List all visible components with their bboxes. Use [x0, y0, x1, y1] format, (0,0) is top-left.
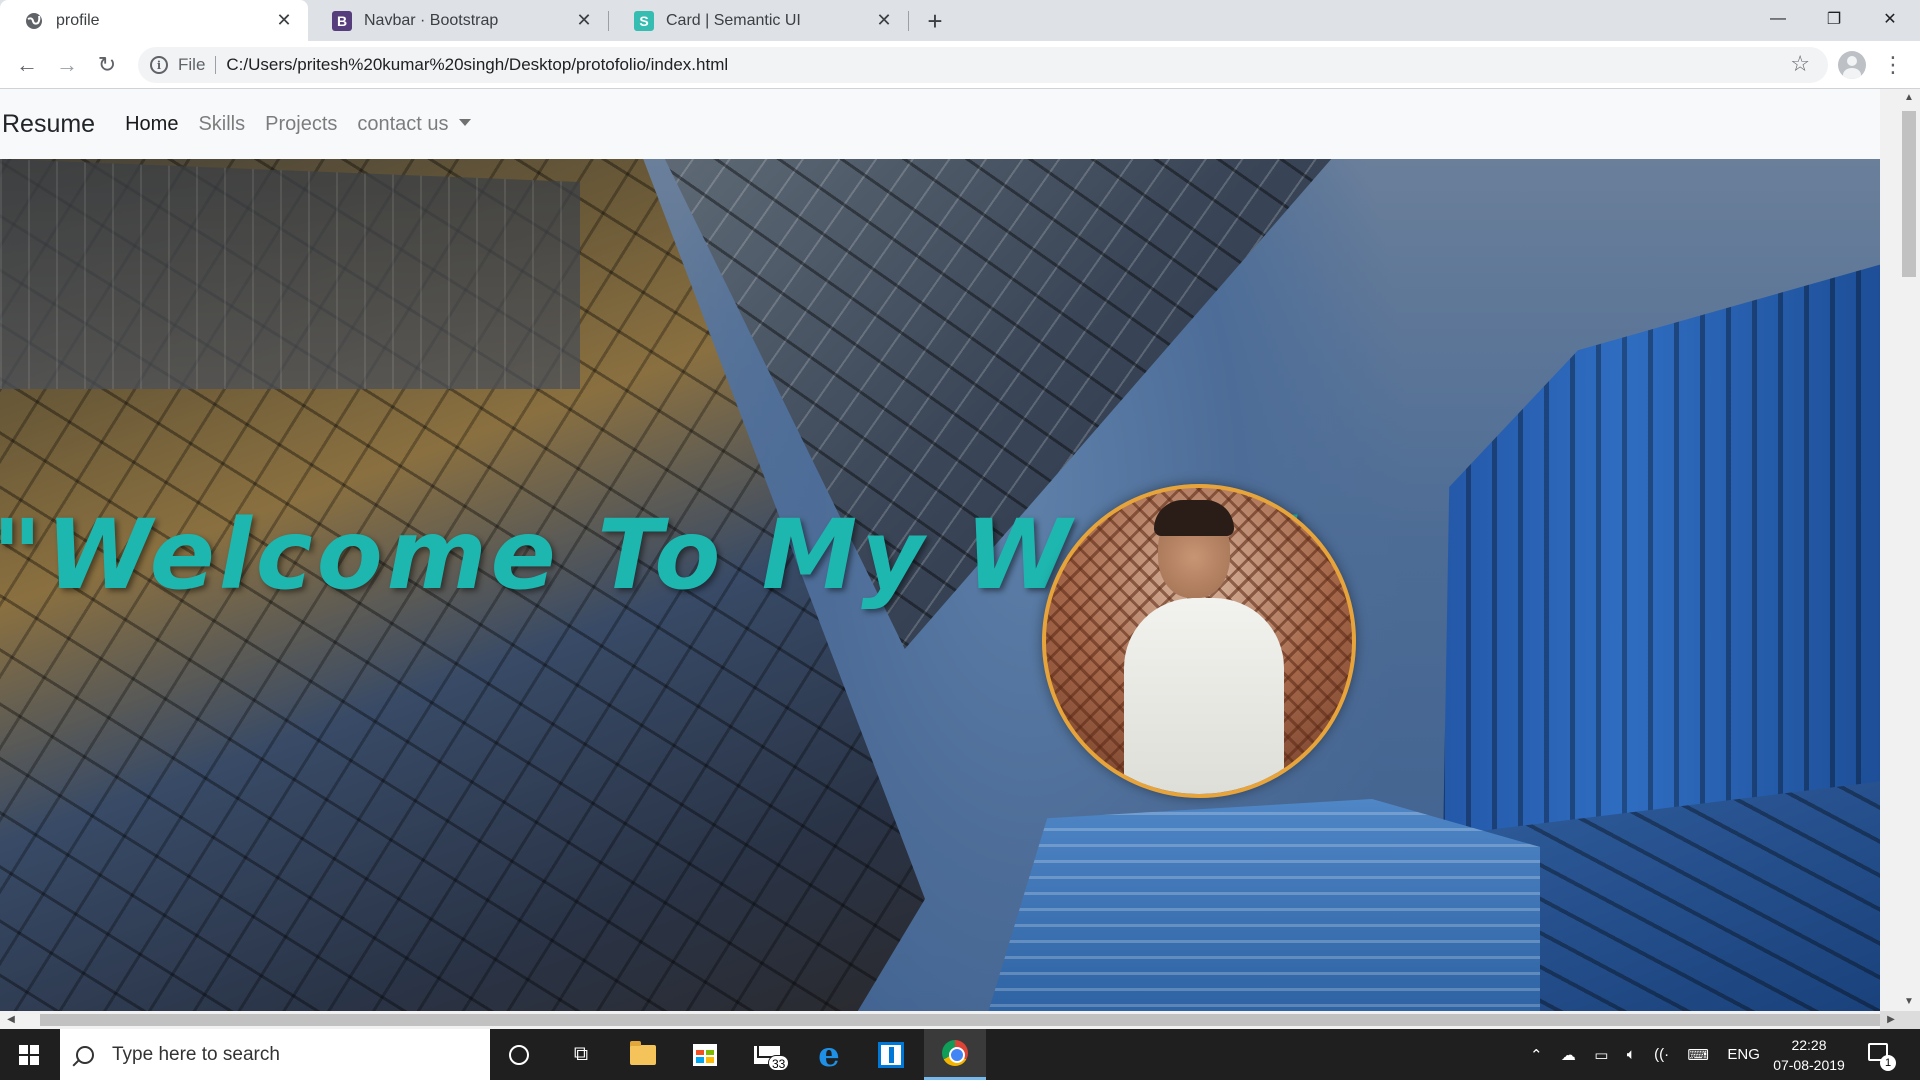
- vertical-scroll-thumb[interactable]: [1902, 111, 1916, 277]
- scroll-right-arrow-icon[interactable]: ▶: [1884, 1013, 1898, 1027]
- horizontal-scrollbar[interactable]: ◀: [0, 1011, 1880, 1029]
- bootstrap-icon: B: [332, 10, 352, 31]
- nav-dropdown-contact-us[interactable]: contact us: [357, 112, 471, 136]
- background-building-left-top: [0, 159, 580, 389]
- taskbar-clock[interactable]: 22:28 07-08-2019: [1762, 1035, 1856, 1075]
- address-scheme-label: File: [178, 56, 217, 74]
- tab-separator: [608, 11, 609, 31]
- folder-icon: [630, 1040, 656, 1065]
- nav-link-home[interactable]: Home: [125, 113, 178, 136]
- page-viewport: Resume Home Skills Projects contact us "…: [0, 89, 1880, 1011]
- chrome-icon: [942, 1040, 968, 1066]
- blue-app-icon: [878, 1041, 904, 1068]
- address-bar[interactable]: i File C:/Users/pritesh%20kumar%20singh/…: [138, 47, 1828, 83]
- profile-avatar-icon[interactable]: [1838, 51, 1866, 79]
- bookmark-star-icon[interactable]: ☆: [1790, 51, 1810, 77]
- new-tab-plus-icon[interactable]: +: [920, 6, 950, 36]
- windows-taskbar: Type here to search ⧉ 33 e ⌃ ☁ ▭ 🔈︎ ((· …: [0, 1029, 1920, 1080]
- scroll-up-arrow-icon[interactable]: ▲: [1902, 91, 1916, 105]
- show-hidden-icons-chevron-up-icon[interactable]: ⌃: [1530, 1046, 1543, 1064]
- minimize-icon[interactable]: —: [1750, 0, 1806, 38]
- windows-logo-icon: [19, 1044, 39, 1065]
- caret-down-icon: [458, 118, 471, 126]
- wifi-icon[interactable]: ((·: [1654, 1046, 1669, 1063]
- site-info-icon[interactable]: i: [150, 56, 168, 74]
- file-explorer-button[interactable]: [614, 1029, 672, 1080]
- nav-dropdown-label: contact us: [357, 112, 449, 135]
- scroll-down-arrow-icon[interactable]: ▼: [1902, 995, 1916, 1009]
- search-icon: [76, 1045, 94, 1064]
- address-url[interactable]: C:/Users/pritesh%20kumar%20singh/Desktop…: [226, 55, 728, 75]
- browser-menu-icon[interactable]: ⋮: [1878, 50, 1908, 80]
- edge-icon: e: [818, 1034, 840, 1075]
- photo-person-body: [1124, 598, 1284, 794]
- browser-tab-strip: profile ✕ B Navbar · Bootstrap ✕ S Card …: [0, 0, 1920, 41]
- tab-separator: [908, 11, 909, 31]
- cortana-circle-icon: [509, 1044, 529, 1065]
- task-view-button[interactable]: ⧉: [552, 1029, 610, 1080]
- back-arrow-icon[interactable]: ←: [12, 50, 42, 80]
- tab-profile[interactable]: profile ✕: [0, 0, 308, 41]
- vertical-scrollbar[interactable]: ▲ ▼: [1880, 89, 1920, 1011]
- profile-photo: [1042, 484, 1356, 798]
- tab-card-semantic-ui[interactable]: S Card | Semantic UI ✕: [610, 0, 908, 41]
- notification-count-badge: 1: [1880, 1055, 1896, 1071]
- browser-toolbar: ← → ↻ i File C:/Users/pritesh%20kumar%20…: [0, 41, 1920, 89]
- tab-close-icon[interactable]: ✕: [574, 10, 594, 31]
- forward-arrow-icon[interactable]: →: [52, 50, 82, 80]
- semantic-ui-icon: S: [634, 10, 654, 31]
- close-window-icon[interactable]: ✕: [1862, 0, 1918, 38]
- volume-speaker-icon[interactable]: 🔈︎: [1627, 1046, 1636, 1063]
- cortana-button[interactable]: [490, 1029, 548, 1080]
- tab-title: profile: [56, 11, 100, 29]
- tab-close-icon[interactable]: ✕: [874, 10, 894, 31]
- reload-icon[interactable]: ↻: [92, 50, 122, 80]
- scroll-left-arrow-icon[interactable]: ◀: [4, 1013, 18, 1027]
- scrollbar-corner: ▶: [1880, 1011, 1920, 1029]
- input-language-label[interactable]: ENG: [1727, 1046, 1760, 1063]
- touch-keyboard-icon[interactable]: ⌨: [1687, 1046, 1709, 1064]
- tab-title: Card | Semantic UI: [666, 11, 801, 29]
- taskbar-search-box[interactable]: Type here to search: [60, 1029, 490, 1080]
- pinned-app-button[interactable]: [862, 1029, 920, 1080]
- background-building-bottom: [980, 799, 1540, 1011]
- start-button[interactable]: [0, 1029, 58, 1080]
- task-view-icon: ⧉: [573, 1043, 589, 1065]
- edge-browser-button[interactable]: e: [800, 1029, 858, 1080]
- nav-link-skills[interactable]: Skills: [198, 113, 245, 136]
- nav-link-projects[interactable]: Projects: [265, 113, 337, 136]
- globe-icon: [24, 11, 44, 31]
- mail-unread-badge: 33: [768, 1055, 790, 1071]
- photo-person-hair: [1154, 500, 1234, 536]
- chrome-taskbar-button[interactable]: [924, 1029, 986, 1080]
- horizontal-scroll-thumb[interactable]: [40, 1014, 1880, 1026]
- tab-close-icon[interactable]: ✕: [274, 10, 294, 31]
- onedrive-cloud-icon[interactable]: ☁: [1561, 1046, 1576, 1064]
- tab-title: Navbar · Bootstrap: [364, 11, 499, 29]
- hero-section: "Welcome To My World: [0, 159, 1880, 1011]
- system-tray: ⌃ ☁ ▭ 🔈︎ ((· ⌨ ENG: [1530, 1029, 1760, 1080]
- action-center-button[interactable]: 1: [1866, 1039, 1896, 1071]
- navbar-brand[interactable]: Resume: [2, 110, 95, 139]
- store-bag-icon: [693, 1043, 717, 1066]
- site-navbar: Resume Home Skills Projects contact us: [0, 89, 1880, 159]
- store-button[interactable]: [676, 1029, 734, 1080]
- clock-date: 07-08-2019: [1773, 1057, 1845, 1073]
- taskbar-search-placeholder: Type here to search: [112, 1043, 280, 1065]
- battery-icon[interactable]: ▭: [1594, 1046, 1608, 1064]
- restore-icon[interactable]: ❐: [1806, 0, 1862, 38]
- tab-navbar-bootstrap[interactable]: B Navbar · Bootstrap ✕: [308, 0, 608, 41]
- clock-time: 22:28: [1791, 1037, 1827, 1053]
- mail-button[interactable]: 33: [738, 1029, 796, 1080]
